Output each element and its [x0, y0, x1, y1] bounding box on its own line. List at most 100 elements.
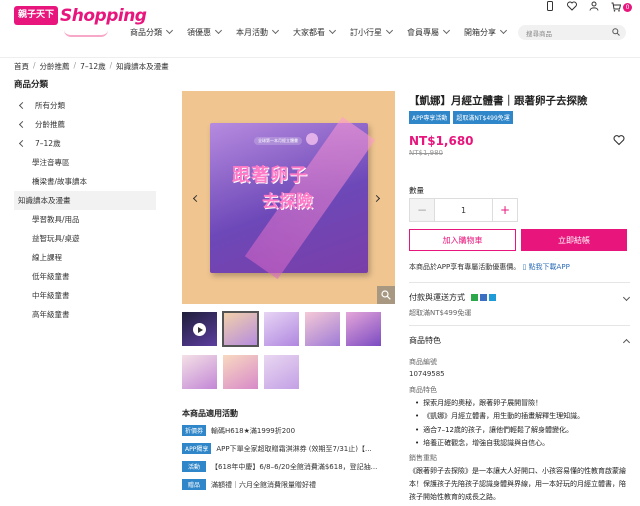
nav-item-coupons[interactable]: 領優惠: [181, 27, 230, 38]
payment-section-header[interactable]: 付款與運送方式: [409, 292, 631, 303]
cart-button[interactable]: 0: [611, 2, 632, 12]
promotion-text: 輸碼H618★滿1999折200: [211, 426, 296, 435]
thumbnail-video[interactable]: [182, 312, 217, 346]
user-icon[interactable]: [589, 1, 599, 13]
nav-item-categories[interactable]: 商品分類: [124, 27, 181, 38]
sidebar-item-age[interactable]: 分齡推薦: [14, 115, 156, 134]
main-nav: 商品分類 領優惠 本月活動 大家都看 訂小行星 會員專屬 開箱分享: [124, 27, 515, 38]
sidebar-item-knowledge[interactable]: 知識讀本及漫畫: [14, 191, 156, 210]
product-price: NT$1,680: [409, 134, 474, 148]
sidebar-item-lower-grade[interactable]: 低年級童書: [14, 267, 156, 286]
promotion-text: APP下單全家超取贈霜淇淋券 (效期至7/31止)【...: [216, 444, 372, 453]
thumbnail-image[interactable]: [182, 355, 217, 389]
breadcrumb-separator: /: [73, 61, 77, 70]
payment-title: 付款與運送方式: [409, 292, 496, 303]
nav-item-monthly-events[interactable]: 本月活動: [230, 27, 287, 38]
thumbnail-image[interactable]: [264, 312, 299, 346]
breadcrumb-age[interactable]: 分齡推薦: [40, 61, 70, 72]
payment-icons: [470, 294, 496, 301]
convenience-store-icon: [470, 294, 478, 301]
cover-title-line2: 去探險: [262, 192, 313, 212]
add-to-cart-button[interactable]: 加入購物車: [409, 229, 516, 251]
download-app-link[interactable]: 點我下載APP: [529, 263, 570, 271]
checkout-button[interactable]: 立即結帳: [521, 229, 627, 251]
product-original-price: NT$1,980: [409, 149, 444, 157]
features-section-header[interactable]: 商品特色: [409, 335, 631, 346]
heart-icon[interactable]: [567, 1, 577, 13]
search-input[interactable]: 搜尋商品: [518, 25, 626, 40]
logo-smile: [64, 30, 108, 37]
nav-item-members[interactable]: 會員專屬: [401, 27, 458, 38]
quantity-increase-button[interactable]: +: [493, 199, 517, 221]
product-main-image[interactable]: 全球第一本月經立體書 跟著卵子 去探險: [182, 91, 395, 304]
cover-tag: 全球第一本月經立體書: [254, 137, 302, 145]
thumbnail-image[interactable]: [305, 312, 340, 346]
product-tags: APP專享活動 超取滿NT$499免運: [409, 111, 513, 124]
payment-note: 超取滿NT$499免運: [409, 309, 472, 317]
promotion-badge: 贈品: [182, 479, 206, 490]
nav-item-popular[interactable]: 大家都看: [287, 27, 344, 38]
cart-icon: [611, 2, 621, 12]
promotion-row[interactable]: APP獨享 APP下單全家超取贈霜淇淋券 (效期至7/31止)【...: [182, 443, 397, 454]
logo-badge: 親子天下: [14, 6, 59, 25]
cover-moon: [306, 133, 318, 145]
zoom-button[interactable]: [377, 286, 395, 304]
promotion-badge: 折價券: [182, 425, 207, 436]
phone-icon: ▯: [522, 263, 527, 271]
thumbnail-image[interactable]: [223, 355, 258, 389]
quantity-input[interactable]: 1: [434, 199, 493, 221]
promotions-title: 本商品適用活動: [182, 409, 238, 418]
wishlist-heart-icon[interactable]: [613, 134, 625, 146]
sidebar-item-upper-grade[interactable]: 高年級童書: [14, 305, 156, 324]
site-logo[interactable]: 親子天下 Shopping: [14, 6, 147, 37]
nav-item-unboxing[interactable]: 開箱分享: [458, 27, 515, 38]
sidebar-item-middle-grade[interactable]: 中年級童書: [14, 286, 156, 305]
breadcrumb-home[interactable]: 首頁: [14, 61, 29, 72]
sidebar-title: 商品分類: [14, 80, 49, 90]
nav-item-subscribe[interactable]: 訂小行星: [344, 27, 401, 38]
promotion-row[interactable]: 贈品 滿額禮｜六月全館消費限量贈好禮: [182, 479, 397, 490]
chevron-left-icon: [18, 139, 27, 148]
feature-list: 探索月經的奧秘，跟著卵子展開冒險！ 《凱娜》月經立體書，用生動的插畫解釋生理知識…: [415, 396, 584, 450]
quantity-stepper: − 1 +: [409, 198, 518, 222]
selling-points-label: 銷售重點: [409, 454, 437, 462]
sidebar-item-label: 分齡推薦: [35, 120, 65, 129]
tag-free-shipping: 超取滿NT$499免運: [453, 111, 513, 124]
thumbnail-image[interactable]: [264, 355, 299, 389]
logo-text: Shopping: [60, 6, 147, 26]
thumbnail-image[interactable]: [346, 312, 381, 346]
sidebar-item-puzzle-toys[interactable]: 益智玩具/桌遊: [14, 229, 156, 248]
credit-card-icon: [479, 294, 487, 301]
thumbnail-image[interactable]: [222, 311, 259, 347]
breadcrumb-age-range[interactable]: 7–12歲: [80, 61, 106, 72]
quantity-label: 數量: [409, 186, 424, 195]
chevron-down-icon: [622, 293, 631, 302]
list-item: 適合7–12歲的孩子，讓他們輕鬆了解身體變化。: [415, 423, 584, 437]
promotion-badge: APP獨享: [182, 443, 212, 454]
quantity-decrease-button[interactable]: −: [410, 199, 434, 221]
sku-label: 商品編號: [409, 358, 437, 366]
site-header: 親子天下 Shopping 0 商品分類 領優惠 本月活動 大家都看 訂小行星 …: [0, 0, 640, 58]
sidebar-item-learning-tools[interactable]: 學習教具/用品: [14, 210, 156, 229]
sidebar-item-bridge-books[interactable]: 橋梁書/故事讀本: [14, 172, 156, 191]
promotion-badge: 活動: [182, 461, 206, 472]
list-item: 培養正確觀念，增強自我認識與自信心。: [415, 437, 584, 451]
promotion-row[interactable]: 折價券 輸碼H618★滿1999折200: [182, 425, 397, 436]
list-item: 《凱娜》月經立體書，用生動的插畫解釋生理知識。: [415, 410, 584, 424]
promotion-row[interactable]: 活動 【618年中慶】6/8–6/20全館消費滿$618，登記抽...: [182, 461, 397, 472]
product-title: 【凱娜】月經立體書｜跟著卵子去探險: [409, 95, 588, 107]
mobile-icon[interactable]: [545, 1, 555, 13]
app-note: 本商品於APP享有專屬活動優惠價。 ▯ 點我下載APP: [409, 262, 570, 272]
sidebar-item-zhuyin[interactable]: 學注音專區: [14, 153, 156, 172]
breadcrumb-separator: /: [33, 61, 36, 70]
search-icon[interactable]: [612, 28, 620, 36]
tag-app-exclusive: APP專享活動: [409, 111, 451, 124]
product-description: 《跟著卵子去探險》是一本讓大人好開口、小孩容易懂的性教育啟蒙繪本！保護孩子先陪孩…: [409, 467, 626, 501]
sidebar-item-all[interactable]: 所有分類: [14, 96, 156, 115]
play-icon: [193, 323, 206, 336]
sidebar-item-label: 所有分類: [35, 101, 65, 110]
category-sidebar: 商品分類 所有分類 分齡推薦 7–12歲 學注音專區 橋梁書/故事讀本 知識讀本…: [14, 78, 156, 324]
sidebar-item-online-courses[interactable]: 線上課程: [14, 248, 156, 267]
sidebar-item-label: 7–12歲: [35, 139, 61, 148]
sidebar-item-7-12[interactable]: 7–12歲: [14, 134, 156, 153]
